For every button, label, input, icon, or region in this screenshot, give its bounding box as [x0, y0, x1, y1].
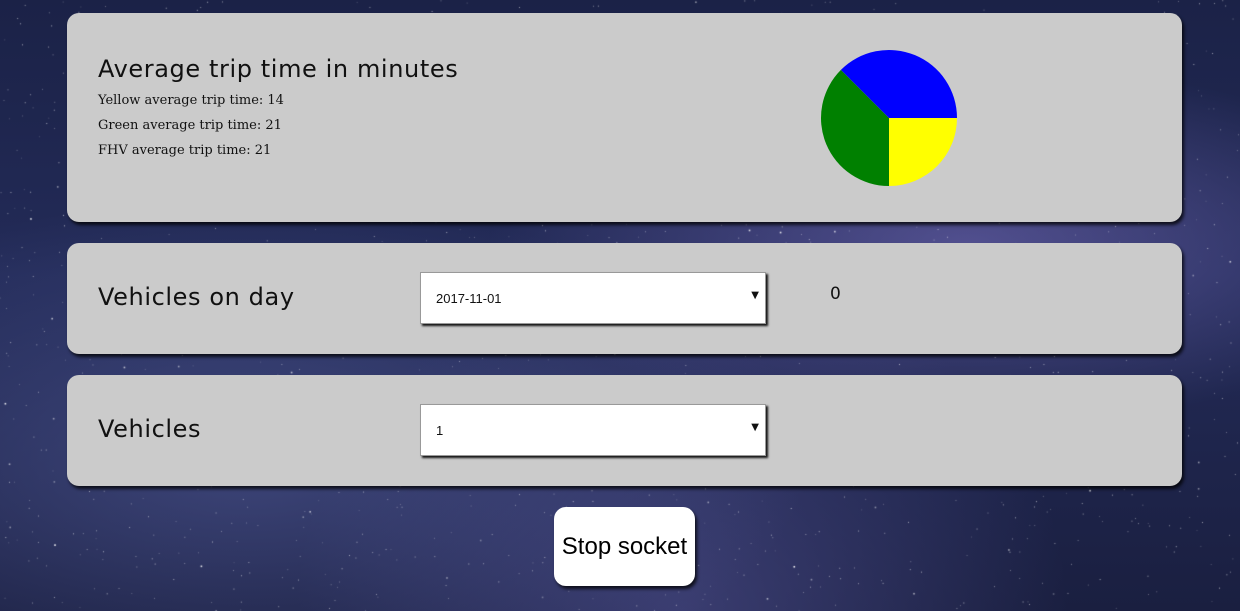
- yellow-trip-time-text: Yellow average trip time: 14: [98, 93, 284, 108]
- fhv-trip-time-text: FHV average trip time: 21: [98, 143, 272, 158]
- trip-time-pie-chart: [821, 49, 957, 186]
- date-select[interactable]: 2017-11-01 ▼: [420, 272, 766, 324]
- chevron-down-icon: ▼: [751, 290, 759, 301]
- chevron-down-icon: ▼: [751, 422, 759, 433]
- trip-time-card: Average trip time in minutes Yellow aver…: [67, 13, 1182, 222]
- vehicle-select[interactable]: 1 ▼: [420, 404, 766, 456]
- vehicles-on-day-count: 0: [830, 284, 841, 304]
- vehicles-on-day-title: Vehicles on day: [98, 283, 295, 311]
- vehicle-select-value: 1: [436, 423, 444, 438]
- vehicles-card: Vehicles 1 ▼: [67, 375, 1182, 486]
- green-trip-time-text: Green average trip time: 21: [98, 118, 282, 133]
- date-select-value: 2017-11-01: [436, 291, 502, 306]
- vehicles-title: Vehicles: [98, 415, 202, 443]
- vehicles-on-day-card: Vehicles on day 2017-11-01 ▼ 0: [67, 243, 1182, 354]
- pie-slice-yellow: [889, 118, 957, 186]
- stop-socket-button[interactable]: Stop socket: [554, 507, 695, 586]
- trip-time-title: Average trip time in minutes: [98, 55, 459, 83]
